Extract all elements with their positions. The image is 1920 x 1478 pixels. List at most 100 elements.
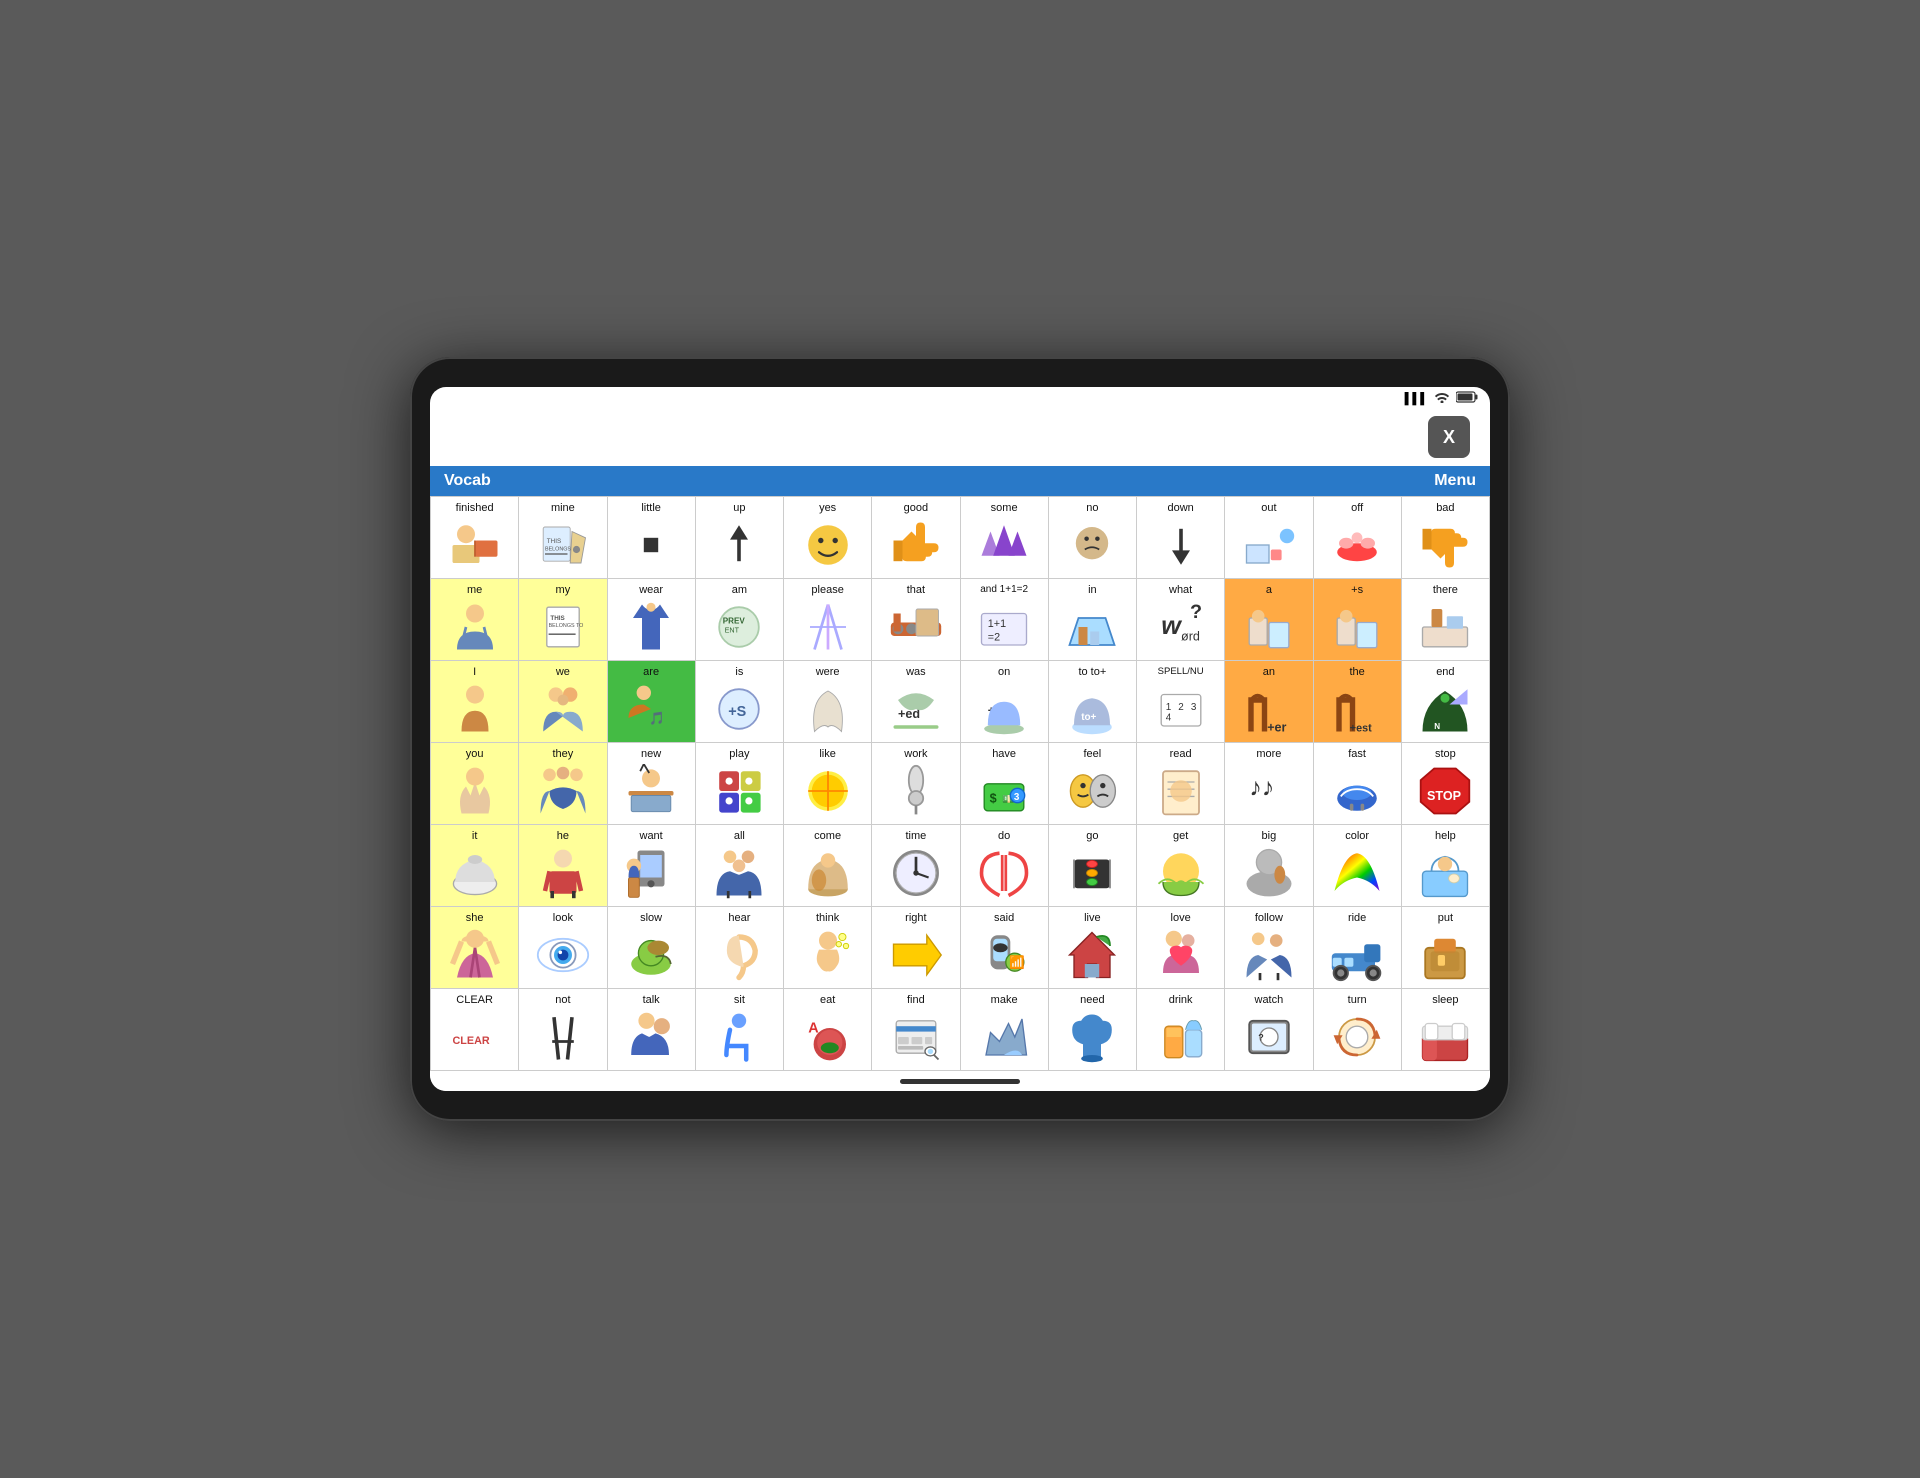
svg-text:ørd: ørd — [1181, 630, 1200, 644]
cell-he[interactable]: he — [519, 825, 607, 907]
svg-text:STOP: STOP — [1427, 789, 1461, 803]
menu-button[interactable]: Menu — [1434, 472, 1476, 490]
cell-end[interactable]: end N — [1402, 661, 1490, 743]
cell-an[interactable]: an +er — [1225, 661, 1313, 743]
cell-do[interactable]: do — [961, 825, 1049, 907]
cell-some[interactable]: some — [961, 497, 1049, 579]
cell-feel[interactable]: feel — [1049, 743, 1137, 825]
cell-stop[interactable]: stop STOP — [1402, 743, 1490, 825]
cell-am[interactable]: am PREVENT — [696, 579, 784, 661]
cell-read[interactable]: read — [1137, 743, 1225, 825]
cell-go[interactable]: go — [1049, 825, 1137, 907]
cell-play[interactable]: play — [696, 743, 784, 825]
cell-are[interactable]: are 🎵 — [608, 661, 696, 743]
cell-sleep[interactable]: sleep — [1402, 989, 1490, 1071]
cell-please[interactable]: please — [784, 579, 872, 661]
svg-text:ENT: ENT — [725, 625, 740, 634]
cell-turn[interactable]: turn — [1314, 989, 1402, 1071]
cell-live[interactable]: live — [1049, 907, 1137, 989]
top-bar: ▌▌▌ — [430, 387, 1490, 410]
cell-ride[interactable]: ride — [1314, 907, 1402, 989]
cell-it[interactable]: it — [431, 825, 519, 907]
cell-put[interactable]: put — [1402, 907, 1490, 989]
cell-they[interactable]: they — [519, 743, 607, 825]
cell-clear[interactable]: CLEAR CLEAR — [431, 989, 519, 1071]
cell-make[interactable]: make — [961, 989, 1049, 1071]
cell-all[interactable]: all — [696, 825, 784, 907]
cell-watch[interactable]: watch ? — [1225, 989, 1313, 1071]
x-button[interactable]: X — [1428, 416, 1470, 458]
cell-need[interactable]: need — [1049, 989, 1137, 1071]
cell-down[interactable]: down — [1137, 497, 1225, 579]
cell-good[interactable]: good — [872, 497, 960, 579]
cell-follow[interactable]: follow — [1225, 907, 1313, 989]
cell-love[interactable]: love — [1137, 907, 1225, 989]
cell-spell-nu[interactable]: SPELL/NU 1234 — [1137, 661, 1225, 743]
cell-we[interactable]: we — [519, 661, 607, 743]
cell-drink[interactable]: drink — [1137, 989, 1225, 1071]
cell-fast[interactable]: fast — [1314, 743, 1402, 825]
svg-text:THIS: THIS — [550, 615, 564, 622]
cell-color[interactable]: color — [1314, 825, 1402, 907]
cell-you[interactable]: you — [431, 743, 519, 825]
svg-text:3: 3 — [1191, 702, 1197, 713]
cell-little[interactable]: little — [608, 497, 696, 579]
cell-there[interactable]: there — [1402, 579, 1490, 661]
cell-hear[interactable]: hear E — [696, 907, 784, 989]
cell-no[interactable]: no — [1049, 497, 1137, 579]
cell-help[interactable]: help — [1402, 825, 1490, 907]
cell-have[interactable]: have $💵3 — [961, 743, 1049, 825]
cell-the[interactable]: the +est — [1314, 661, 1402, 743]
cell-what[interactable]: what wørd? — [1137, 579, 1225, 661]
svg-text:$: $ — [990, 792, 997, 806]
cell-talk[interactable]: talk — [608, 989, 696, 1071]
cell-in[interactable]: in — [1049, 579, 1137, 661]
cell-up[interactable]: up — [696, 497, 784, 579]
cell-she[interactable]: she — [431, 907, 519, 989]
cell-to[interactable]: to to+ to+ — [1049, 661, 1137, 743]
cell-is[interactable]: is +S — [696, 661, 784, 743]
cell-mine[interactable]: mine THISBELONGS TO — [519, 497, 607, 579]
aac-grid: finished mine THISBELONGS TO little up — [430, 496, 1490, 1071]
svg-text:to+: to+ — [1082, 712, 1097, 723]
cell-i[interactable]: I — [431, 661, 519, 743]
cell-more[interactable]: more ♪♪ — [1225, 743, 1313, 825]
cell-work[interactable]: work — [872, 743, 960, 825]
cell-slow[interactable]: slow — [608, 907, 696, 989]
cell-sit[interactable]: sit — [696, 989, 784, 1071]
cell-plus-s[interactable]: +s — [1314, 579, 1402, 661]
svg-text:1+1: 1+1 — [988, 618, 1006, 630]
cell-find[interactable]: find — [872, 989, 960, 1071]
cell-want[interactable]: want — [608, 825, 696, 907]
cell-look[interactable]: look — [519, 907, 607, 989]
cell-were[interactable]: were — [784, 661, 872, 743]
cell-off[interactable]: off — [1314, 497, 1402, 579]
cell-on[interactable]: on +en — [961, 661, 1049, 743]
home-indicator[interactable] — [900, 1079, 1020, 1084]
cell-out[interactable]: out — [1225, 497, 1313, 579]
cell-my[interactable]: my THISBELONGS TO — [519, 579, 607, 661]
cell-wear[interactable]: wear — [608, 579, 696, 661]
cell-think[interactable]: think — [784, 907, 872, 989]
cell-yes[interactable]: yes — [784, 497, 872, 579]
cell-a[interactable]: a — [1225, 579, 1313, 661]
cell-said[interactable]: said 📶 — [961, 907, 1049, 989]
cell-big[interactable]: big — [1225, 825, 1313, 907]
svg-text:THIS: THIS — [547, 538, 561, 545]
cell-time[interactable]: time — [872, 825, 960, 907]
cell-new[interactable]: new — [608, 743, 696, 825]
cell-eat[interactable]: eat A — [784, 989, 872, 1071]
cell-come[interactable]: come — [784, 825, 872, 907]
cell-finished[interactable]: finished — [431, 497, 519, 579]
cell-get[interactable]: get — [1137, 825, 1225, 907]
svg-text:=2: =2 — [988, 631, 1000, 643]
cell-me[interactable]: me — [431, 579, 519, 661]
svg-text:4: 4 — [1165, 713, 1171, 724]
cell-bad[interactable]: bad — [1402, 497, 1490, 579]
cell-and[interactable]: and 1+1=2 1+1=2 — [961, 579, 1049, 661]
cell-was[interactable]: was +ed — [872, 661, 960, 743]
cell-not[interactable]: not — [519, 989, 607, 1071]
cell-that[interactable]: that — [872, 579, 960, 661]
cell-like[interactable]: like — [784, 743, 872, 825]
cell-right[interactable]: right — [872, 907, 960, 989]
